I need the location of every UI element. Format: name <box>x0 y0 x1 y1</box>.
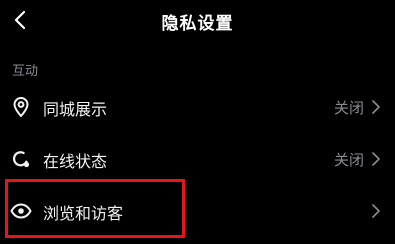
setting-row-label: 浏览和访客 <box>43 204 124 223</box>
page-title: 隐私设置 <box>161 14 234 34</box>
setting-row-browse-and-visitors[interactable]: 浏览和访客 <box>0 185 395 237</box>
section-label-interaction: 互动 <box>12 64 39 79</box>
setting-row-value: 关闭 <box>333 99 364 117</box>
header-bar: 隐私设置 <box>0 0 395 40</box>
setting-row-nearby-display[interactable]: 同城展示 关闭 <box>0 81 395 133</box>
chevron-right-icon <box>372 204 380 218</box>
setting-row-value: 关闭 <box>333 151 364 169</box>
location-pin-icon <box>10 96 32 118</box>
setting-row-online-status[interactable]: 在线状态 关闭 <box>0 133 395 185</box>
chevron-right-icon <box>372 152 380 166</box>
online-status-icon <box>10 148 32 170</box>
setting-row-label: 在线状态 <box>43 152 108 171</box>
eye-icon <box>10 200 32 222</box>
chevron-right-icon <box>372 100 380 114</box>
setting-row-label: 同城展示 <box>43 100 108 119</box>
